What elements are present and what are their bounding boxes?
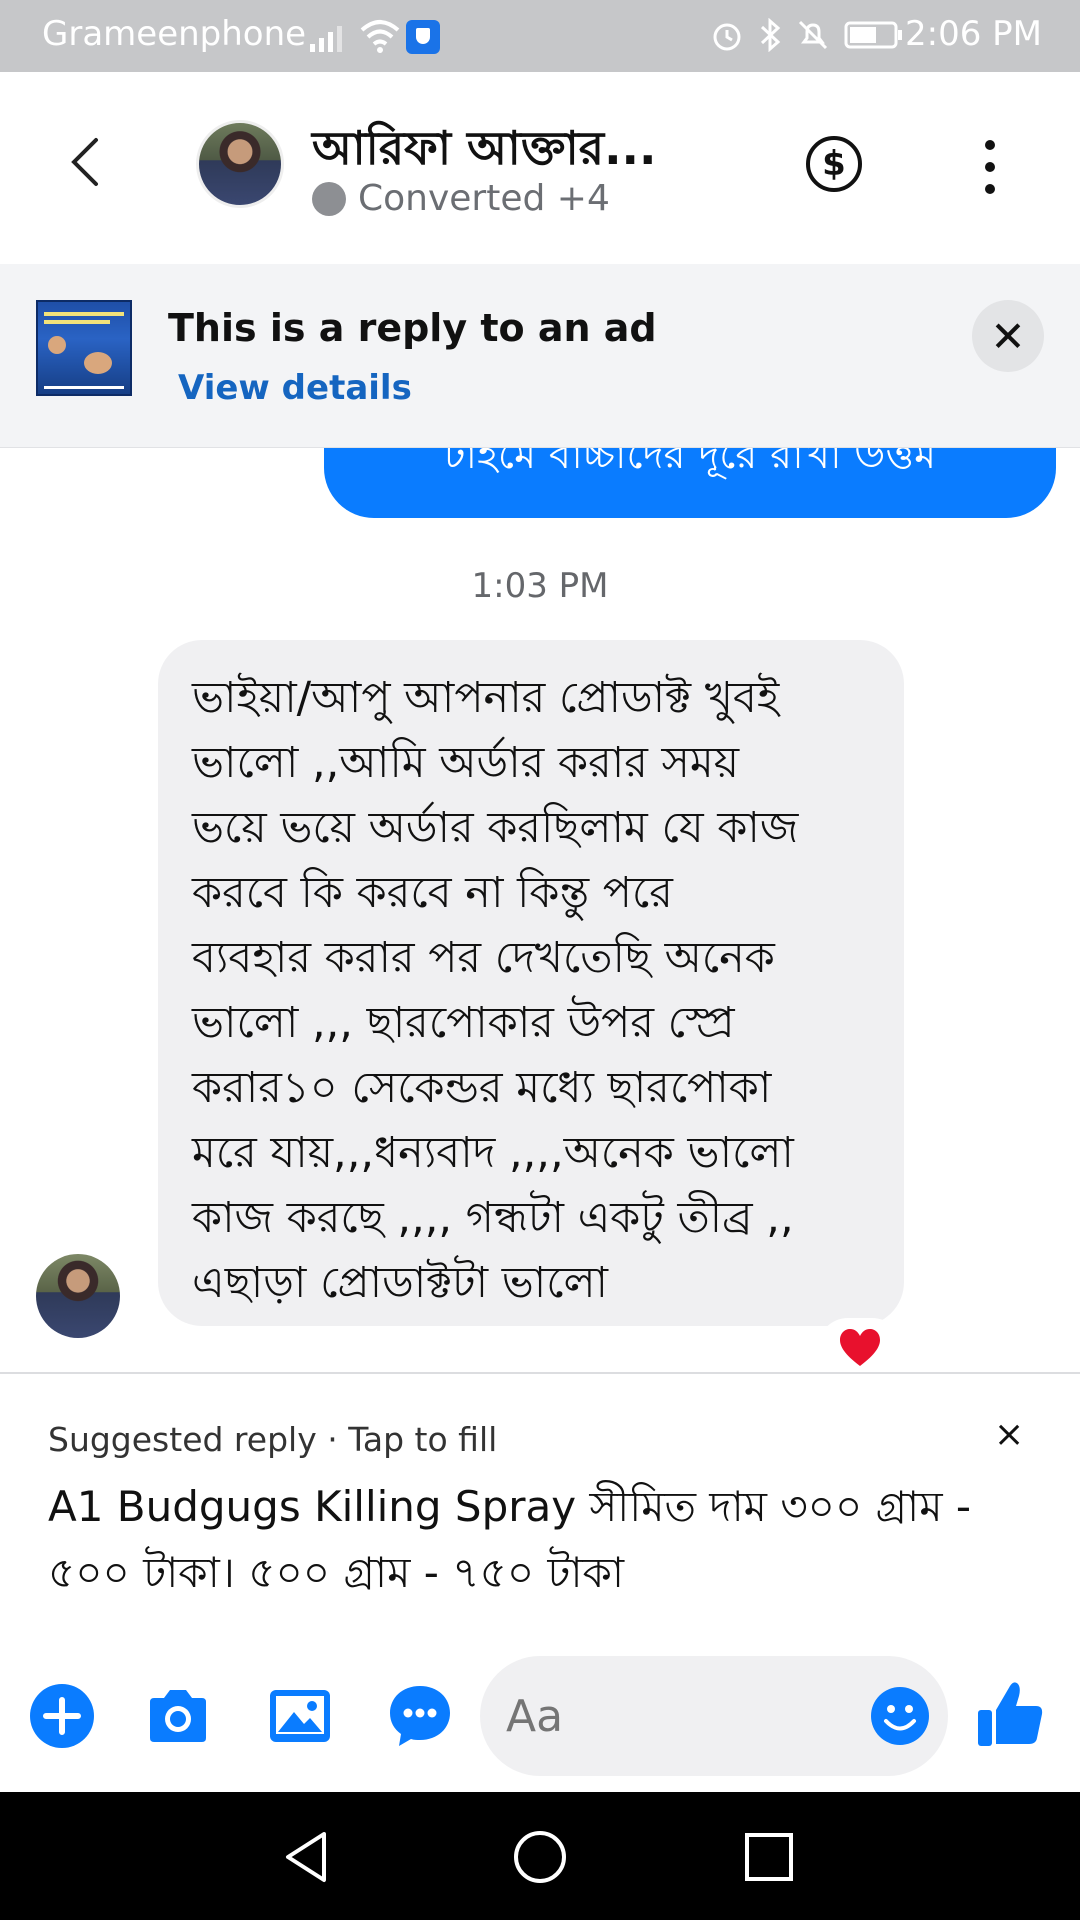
ad-reply-banner: This is a reply to an ad View details ✕ [0, 264, 1080, 448]
more-vertical-icon[interactable] [975, 140, 1005, 194]
clock: 2:06 PM [905, 14, 1042, 54]
back-icon[interactable] [60, 132, 110, 192]
message-line: ভয়ে ভয়ে অর্ডার করছিলাম যে কাজ [192, 803, 799, 853]
message-thread[interactable]: টাইমে বাচ্চাদের দূরে রাখা উত্তম 1:03 PM … [0, 448, 1080, 1372]
message-line: ভালো ,,আমি অর্ডার করার সময় [192, 738, 740, 788]
ad-banner-title: This is a reply to an ad [168, 306, 657, 350]
contact-status[interactable]: Converted +4 [312, 178, 610, 219]
message-line: করার১০ সেকেন্ডর মধ্যে ছারপোকা [192, 1063, 772, 1113]
message-input-container[interactable] [480, 1656, 948, 1776]
contact-avatar[interactable] [196, 120, 284, 208]
sender-avatar[interactable] [36, 1254, 120, 1338]
chat-bubble-icon[interactable] [386, 1682, 454, 1750]
carrier-name: Grameenphone [42, 14, 307, 54]
close-icon[interactable]: ✕ [972, 300, 1044, 372]
like-icon[interactable] [974, 1678, 1046, 1750]
mute-icon [798, 20, 828, 50]
message-composer [0, 1642, 1080, 1792]
conversation-header: আরিফা আক্তার... Converted +4 $ [0, 72, 1080, 264]
message-line: ভালো ,,, ছারপোকার উপর স্প্রে [192, 998, 735, 1048]
message-input[interactable] [504, 1686, 804, 1746]
back-nav-icon[interactable] [274, 1822, 344, 1892]
suggested-reply-panel[interactable]: Suggested reply · Tap to fill × A1 Budgu… [0, 1372, 1080, 1642]
view-details-link[interactable]: View details [178, 368, 412, 408]
system-navigation-bar [0, 1792, 1080, 1920]
heart-icon[interactable] [818, 1318, 902, 1372]
close-icon[interactable]: × [994, 1414, 1024, 1455]
signal-icon [310, 22, 342, 52]
message-line: কাজ করছে ,,,, গন্ধটা একটু তীব্র ,, [192, 1193, 794, 1243]
ad-thumbnail[interactable] [36, 300, 132, 396]
sent-message-text: টাইমে বাচ্চাদের দূরে রাখা উত্তম [443, 448, 937, 478]
dollar-icon[interactable]: $ [806, 136, 862, 192]
suggested-reply-text[interactable]: A1 Budgugs Killing Spray সীমিত দাম ৩০০ গ… [48, 1474, 1038, 1606]
emoji-icon[interactable] [870, 1686, 930, 1746]
wifi-icon [360, 20, 400, 53]
message-line: ভাইয়া/আপু আপনার প্রোডাক্ট খুবই [192, 673, 780, 723]
battery-icon [844, 21, 902, 49]
message-timestamp: 1:03 PM [471, 566, 609, 606]
shield-icon [406, 20, 440, 54]
status-label: Converted +4 [358, 178, 610, 219]
status-bar: Grameenphone 2:06 PM [0, 0, 1080, 72]
message-line: ব্যবহার করার পর দেখতেছি অনেক [192, 933, 775, 983]
system-icons [710, 18, 904, 52]
status-dot [312, 181, 346, 216]
camera-icon[interactable] [144, 1682, 212, 1750]
alarm-icon [713, 23, 741, 51]
sent-message-bubble[interactable]: টাইমে বাচ্চাদের দূরে রাখা উত্তম [324, 448, 1056, 518]
recents-nav-icon[interactable] [734, 1822, 804, 1892]
gallery-icon[interactable] [266, 1682, 334, 1750]
bluetooth-icon [760, 18, 781, 52]
suggested-reply-header: Suggested reply · Tap to fill [48, 1420, 498, 1459]
plus-icon[interactable] [28, 1682, 96, 1750]
home-nav-icon[interactable] [505, 1822, 575, 1892]
message-line: করবে কি করবে না কিন্তু পরে [192, 868, 673, 918]
message-line: মরে যায়,,,ধন্যবাদ ,,,,অনেক ভালো [192, 1128, 794, 1178]
message-line: এছাড়া প্রোডাক্টটা ভালো [192, 1258, 609, 1308]
received-message-bubble[interactable]: ভাইয়া/আপু আপনার প্রোডাক্ট খুবই ভালো ,,আ… [158, 640, 904, 1326]
